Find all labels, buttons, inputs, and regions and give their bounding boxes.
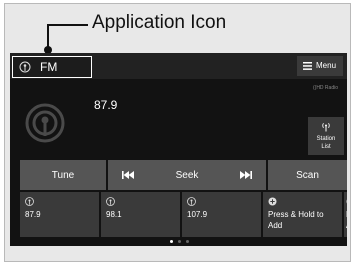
hamburger-menu-icon <box>303 62 312 70</box>
station-list-button[interactable]: Station List <box>308 117 344 155</box>
radio-icon <box>106 197 115 206</box>
preset-button-partial[interactable]: P A <box>344 192 347 237</box>
preset-button[interactable]: 107.9 <box>182 192 261 237</box>
hd-radio-logo: ((HD Radio <box>312 85 338 91</box>
preset-label: 98.1 <box>106 210 122 219</box>
preset-label: 107.9 <box>187 210 208 219</box>
scan-label: Scan <box>296 170 319 181</box>
page-dot <box>170 240 173 243</box>
preset-button[interactable]: 98.1 <box>101 192 180 237</box>
top-bar: FM Menu <box>10 53 347 79</box>
plus-icon <box>268 197 277 206</box>
menu-label: Menu <box>316 61 337 70</box>
preset-label: P A <box>346 209 347 231</box>
station-list-line1: Station <box>316 136 336 142</box>
preset-label: 87.9 <box>25 210 41 219</box>
add-preset-line2: Add <box>268 221 283 230</box>
radio-icon <box>346 199 347 204</box>
skip-forward-icon[interactable] <box>240 171 252 179</box>
add-preset-line1: Press & Hold to <box>268 210 324 219</box>
station-list-line2: List <box>321 144 331 150</box>
antenna-icon <box>322 122 330 132</box>
radio-icon <box>19 61 31 73</box>
preset-row: 87.9 98.1 107.9 Press & Hold to Add <box>20 192 347 237</box>
callout-label: Application Icon <box>92 12 227 33</box>
preset-button[interactable]: 87.9 <box>20 192 99 237</box>
application-icon-button[interactable]: FM <box>12 56 92 78</box>
page-dot <box>178 240 181 243</box>
radio-icon <box>25 197 34 206</box>
add-preset-button[interactable]: Press & Hold to Add <box>263 192 342 237</box>
tune-button[interactable]: Tune <box>20 160 106 190</box>
radio-icon <box>187 197 196 206</box>
page-dot <box>186 240 189 243</box>
current-frequency: 87.9 <box>94 98 118 112</box>
add-preset-label: Press & Hold to Add <box>268 209 324 231</box>
control-row: Tune Seek Scan <box>20 160 347 190</box>
partial-line1: P <box>346 210 347 219</box>
audio-source-label: FM <box>40 60 58 74</box>
station-list-label: Station List <box>308 135 344 151</box>
scan-button[interactable]: Scan <box>268 160 347 190</box>
page-indicator <box>170 240 200 244</box>
seek-button[interactable]: Seek <box>108 160 266 190</box>
radio-station-icon <box>25 103 65 143</box>
tune-label: Tune <box>51 170 75 181</box>
callout-line <box>48 24 88 26</box>
callout-line <box>47 24 49 48</box>
menu-button[interactable]: Menu <box>297 56 343 76</box>
partial-line2: A <box>346 221 347 230</box>
audio-screen: FM Menu ((HD Radio 87.9 Station List Tun… <box>10 53 347 246</box>
